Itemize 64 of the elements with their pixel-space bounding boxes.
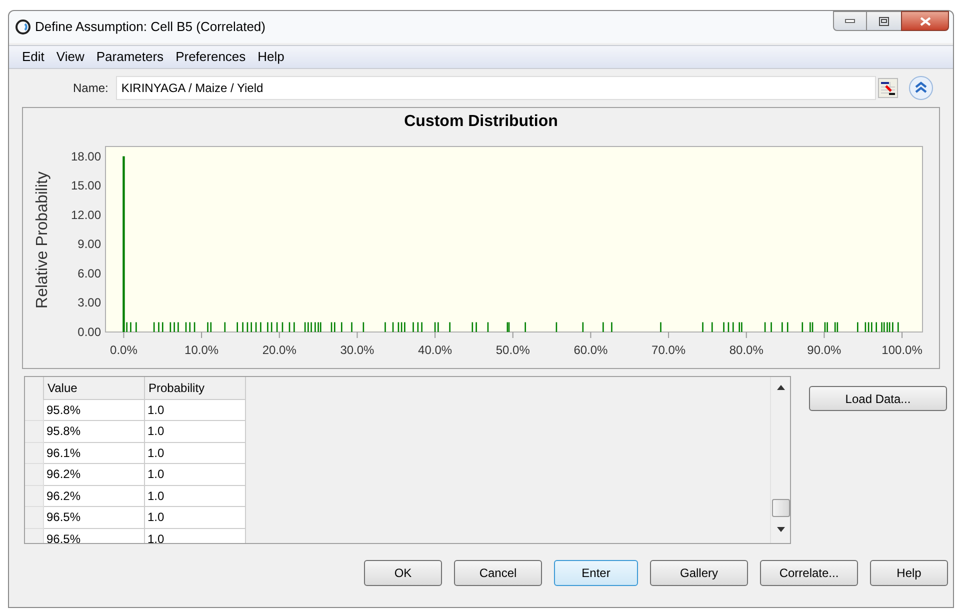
scroll-down-icon[interactable] <box>777 527 785 532</box>
table-cell: 96.1% <box>43 442 144 464</box>
scroll-up-icon[interactable] <box>777 385 785 390</box>
x-tick-label: 60.0% <box>574 343 608 357</box>
table-cell: 95.8% <box>43 399 144 420</box>
maximize-button[interactable] <box>867 11 901 31</box>
y-tick-label: 3.00 <box>78 296 101 310</box>
x-tick-label: 90.0% <box>807 343 842 357</box>
y-tick-label: 15.00 <box>70 178 101 193</box>
table-cell: 96.5% <box>43 506 144 528</box>
y-axis-label: Relative Probability <box>34 172 51 308</box>
x-tick-label: 40.0% <box>418 343 452 357</box>
column-header: Value <box>43 377 144 399</box>
y-tick-label: 6.00 <box>78 266 101 280</box>
scroll-thumb[interactable] <box>772 499 790 517</box>
x-tick-label: 80.0% <box>729 343 764 357</box>
column-header: Probability <box>144 377 245 399</box>
y-tick-label: 18.00 <box>70 149 101 164</box>
minimize-button[interactable] <box>833 11 867 31</box>
y-tick-label: 0.00 <box>78 325 101 339</box>
dialog-button[interactable]: Help <box>870 560 948 586</box>
menu-item[interactable]: Help <box>252 47 290 67</box>
dialog-button[interactable]: OK <box>364 560 442 586</box>
x-tick-label: 10.0% <box>184 343 219 357</box>
menu-item[interactable]: Edit <box>17 47 50 67</box>
y-tick-label: 9.00 <box>78 237 101 252</box>
dialog-button[interactable]: Cancel <box>454 560 542 586</box>
table-cell: 1.0 <box>144 528 245 543</box>
table-cell: 1.0 <box>144 442 245 464</box>
y-tick-label: 12.00 <box>70 208 101 222</box>
table-cell: 1.0 <box>144 399 245 420</box>
table-cell: 95.8% <box>43 420 144 442</box>
menu-item[interactable]: Parameters <box>91 47 169 67</box>
name-label: Name: <box>73 80 108 97</box>
x-tick-label: 50.0% <box>496 343 530 357</box>
x-tick-label: 100.0% <box>882 343 922 357</box>
x-tick-label: 0.0% <box>110 343 138 357</box>
dialog-button[interactable]: Correlate... <box>760 560 858 586</box>
maximize-icon <box>879 16 889 26</box>
dialog-button[interactable]: Gallery <box>650 560 748 586</box>
app-logo-icon <box>15 19 31 35</box>
table-cell: 1.0 <box>144 485 245 506</box>
minimize-icon <box>845 19 855 23</box>
close-icon <box>920 16 930 26</box>
load-data-button[interactable]: Load Data... <box>809 386 947 411</box>
close-button[interactable] <box>901 11 949 31</box>
x-tick-label: 30.0% <box>340 343 374 357</box>
table-cell: 1.0 <box>144 506 245 528</box>
cell-reference-icon[interactable] <box>878 78 898 98</box>
x-tick-label: 20.0% <box>262 343 296 357</box>
chart-title: Custom Distribution <box>403 112 559 132</box>
name-field[interactable]: KIRINYAGA / Maize / Yield <box>116 76 876 100</box>
collapse-icon[interactable] <box>908 75 934 101</box>
x-tick-label: 70.0% <box>652 343 686 357</box>
menu-item[interactable]: Preferences <box>170 47 251 67</box>
table-cell: 1.0 <box>144 420 245 442</box>
table-cell: 96.5% <box>43 528 144 543</box>
scrollbar[interactable] <box>770 377 790 543</box>
window-title: Define Assumption: Cell B5 (Correlated) <box>35 18 266 36</box>
table-cell: 96.2% <box>43 485 144 506</box>
table-cell: 96.2% <box>43 464 144 485</box>
menu-item[interactable]: View <box>51 47 90 67</box>
dialog-button[interactable]: Enter <box>554 560 638 586</box>
table-cell: 1.0 <box>144 464 245 485</box>
